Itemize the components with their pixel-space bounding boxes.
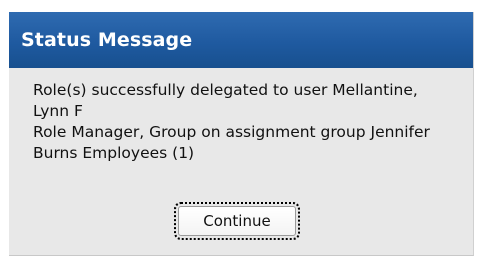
- continue-button[interactable]: Continue: [174, 202, 300, 240]
- dialog-body: Role(s) successfully delegated to user M…: [9, 68, 473, 164]
- dialog-title: Status Message: [21, 29, 193, 51]
- dialog-titlebar: Status Message: [9, 12, 473, 68]
- message-line: Burns Employees (1): [33, 144, 195, 162]
- message-line: Lynn F: [33, 102, 83, 120]
- message-line: Role(s) successfully delegated to user M…: [33, 81, 418, 99]
- message-line: Role Manager, Group on assignment group …: [33, 123, 430, 141]
- status-message-text: Role(s) successfully delegated to user M…: [33, 80, 455, 164]
- status-message-dialog: Status Message Role(s) successfully dele…: [9, 12, 474, 256]
- dialog-actions: Continue: [9, 202, 473, 240]
